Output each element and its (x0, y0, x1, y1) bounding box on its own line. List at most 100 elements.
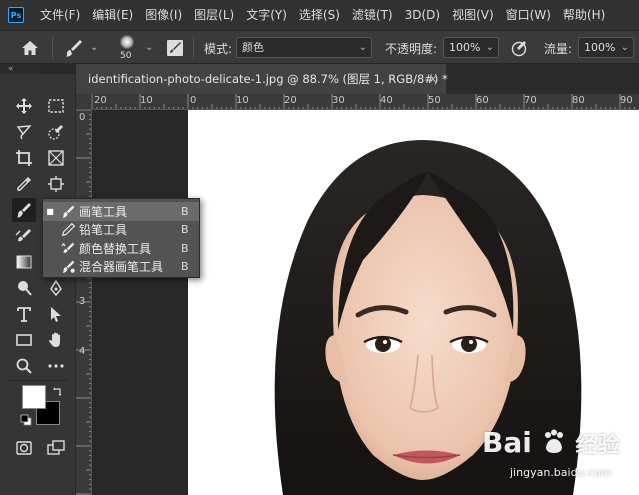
menu-filter[interactable]: 滤镜(T) (346, 0, 399, 30)
options-separator (52, 37, 53, 59)
menu-type[interactable]: 文字(Y) (240, 0, 293, 30)
quick-mask-icon (16, 441, 32, 455)
opacity-input[interactable]: 100% ⌄ (443, 37, 499, 58)
pressure-opacity-icon[interactable] (510, 39, 528, 57)
crop-tool[interactable] (12, 146, 36, 170)
ruler-label: 80 (572, 95, 585, 106)
dodge-tool[interactable] (12, 276, 36, 300)
ruler-label: 20 (94, 95, 107, 106)
spot-selection-icon (48, 176, 64, 192)
home-icon[interactable] (20, 38, 40, 58)
flyout-item-brush-tool[interactable]: ■ 画笔工具 B (43, 202, 199, 221)
gradient-icon (16, 255, 32, 269)
frame-tool[interactable] (44, 146, 68, 170)
vertical-ruler[interactable]: 0 1 2 3 4 (76, 110, 92, 495)
eyedropper-tool[interactable] (12, 172, 36, 196)
menu-file[interactable]: 文件(F) (34, 0, 86, 30)
flyout-item-mixer-brush-tool[interactable]: 混合器画笔工具 B (43, 258, 199, 277)
quick-selection-tool[interactable] (44, 120, 68, 144)
flyout-item-label: 颜色替换工具 (79, 241, 152, 256)
color-replacement-icon (57, 239, 79, 257)
opacity-label: 不透明度: (385, 42, 438, 56)
mode-select[interactable]: 颜色 ⌄ (236, 37, 372, 58)
marquee-tool[interactable] (44, 94, 68, 118)
selected-bullet: ■ (46, 206, 54, 216)
move-icon (16, 98, 32, 114)
flyout-item-shortcut: B (181, 241, 189, 255)
menu-select[interactable]: 选择(S) (293, 0, 346, 30)
chevron-down-icon: ⌄ (620, 42, 629, 53)
flow-value: 100% (584, 41, 616, 54)
mode-label: 模式: (204, 42, 233, 56)
type-tool[interactable] (12, 302, 36, 326)
object-selection-tool[interactable] (44, 172, 68, 196)
ruler-label: 4 (79, 346, 86, 357)
quick-mask-button[interactable] (12, 436, 36, 460)
flyout-item-label: 铅笔工具 (79, 223, 128, 238)
ruler-label: 50 (428, 95, 441, 106)
crop-icon (16, 150, 32, 166)
hand-tool[interactable] (44, 328, 68, 352)
flow-input[interactable]: 100% ⌄ (578, 37, 634, 58)
screen-mode-button[interactable] (44, 436, 68, 460)
flyout-item-label: 画笔工具 (79, 204, 128, 219)
options-separator (193, 37, 194, 59)
ruler-label: 40 (380, 95, 393, 106)
flyout-item-shortcut: B (181, 204, 189, 218)
document-tab-title: identification-photo-delicate-1.jpg @ 88… (88, 72, 448, 86)
opacity-value: 100% (449, 41, 481, 54)
gradient-tool[interactable] (12, 250, 36, 274)
ruler-label: 0 (79, 112, 86, 123)
swap-colors-icon[interactable] (52, 385, 64, 397)
panel-collapse-button[interactable]: « (0, 64, 40, 74)
path-selection-tool[interactable] (44, 302, 68, 326)
ruler-origin[interactable] (76, 94, 92, 110)
document-tab-strip: identification-photo-delicate-1.jpg @ 88… (76, 64, 639, 94)
tools-panel (0, 74, 76, 495)
mode-value: 颜色 (242, 41, 264, 54)
document-tab[interactable]: identification-photo-delicate-1.jpg @ 88… (76, 64, 448, 94)
pen-tool[interactable] (44, 276, 68, 300)
brush-size-dropdown[interactable]: ⌄ (145, 42, 153, 53)
brush-preset-dropdown[interactable]: ⌄ (90, 42, 98, 53)
move-tool[interactable] (12, 94, 36, 118)
ruler-label: 70 (524, 95, 537, 106)
horizontal-ruler[interactable]: 20 10 0 10 20 30 40 50 60 70 80 90 (92, 94, 639, 110)
ruler-label: 0 (190, 95, 197, 106)
more-tools[interactable] (44, 354, 68, 378)
arrow-pointer-icon (51, 307, 61, 322)
menu-help[interactable]: 帮助(H) (557, 0, 611, 30)
close-icon[interactable]: × (428, 64, 438, 94)
zoom-tool[interactable] (12, 354, 36, 378)
lasso-tool[interactable] (12, 120, 36, 144)
brush-size-picker[interactable]: 50 (112, 33, 142, 63)
flyout-item-shortcut: B (181, 260, 189, 274)
brush-icon (57, 202, 79, 220)
zoom-icon (16, 358, 32, 374)
clone-stamp-tool[interactable] (12, 224, 36, 248)
watermark-url: jingyan.baidu.com (510, 466, 612, 479)
ruler-label: 10 (236, 95, 249, 106)
menu-image[interactable]: 图像(I) (139, 0, 188, 30)
flyout-item-pencil-tool[interactable]: 铅笔工具 B (43, 221, 199, 240)
brush-tip-preview (120, 35, 134, 49)
menu-edit[interactable]: 编辑(E) (86, 0, 139, 30)
brush-tool[interactable] (12, 198, 36, 222)
menu-3d[interactable]: 3D(D) (399, 0, 446, 30)
default-colors-icon[interactable] (20, 414, 32, 426)
flyout-item-color-replacement-tool[interactable]: 颜色替换工具 B (43, 239, 199, 258)
menu-window[interactable]: 窗口(W) (500, 0, 557, 30)
options-bar: ⌄ 50 ⌄ 模式: 颜色 ⌄ 不透明度: 100% ⌄ 流量: 100% ⌄ (0, 30, 639, 64)
menu-layer[interactable]: 图层(L) (188, 0, 240, 30)
rectangle-tool[interactable] (12, 328, 36, 352)
brush-settings-icon[interactable] (165, 38, 185, 58)
ruler-label: 90 (620, 95, 633, 106)
foreground-color-swatch[interactable] (22, 385, 46, 409)
more-icon (48, 364, 64, 368)
menu-view[interactable]: 视图(V) (446, 0, 500, 30)
ruler-ticks (92, 94, 635, 109)
mixer-brush-icon (57, 258, 79, 276)
stamp-brush-icon (15, 229, 31, 242)
type-icon (17, 307, 31, 322)
brush-preset-icon[interactable] (64, 38, 84, 58)
